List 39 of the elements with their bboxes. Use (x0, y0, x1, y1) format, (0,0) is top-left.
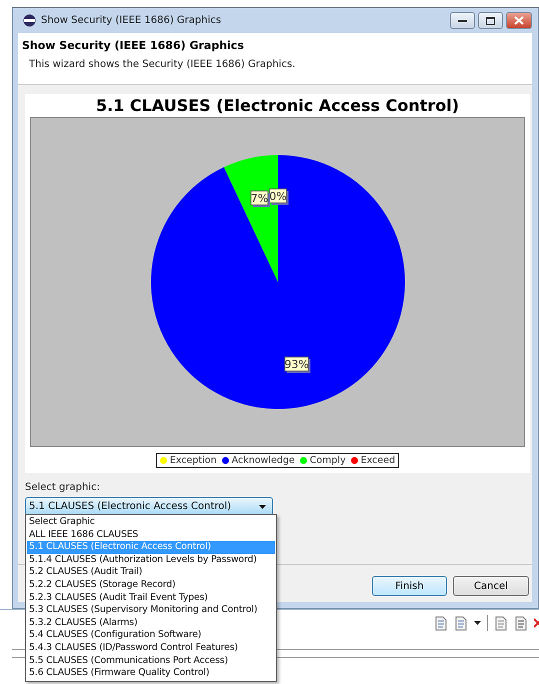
chart-title: 5.1 CLAUSES (Electronic Access Control) (96, 96, 460, 117)
dropdown-option[interactable]: 5.4.3 CLAUSES (ID/Password Control Features) (27, 642, 275, 655)
page-description: This wizard shows the Security (IEEE 1686) Graphics. (29, 59, 296, 70)
document-icon[interactable] (494, 616, 508, 630)
dialog-button[interactable]: Finish (372, 576, 447, 596)
dialog-button[interactable]: Cancel (453, 576, 529, 596)
maximize-button[interactable] (478, 12, 503, 29)
dropdown-option[interactable]: 5.3.2 CLAUSES (Alarms) (27, 616, 275, 630)
close-button[interactable] (506, 12, 532, 29)
dropdown-option[interactable]: 5.2.2 CLAUSES (Storage Record) (27, 578, 275, 592)
dropdown-option[interactable]: 5.3 CLAUSES (Supervisory Monitoring and Control) (27, 604, 275, 617)
minimize-button[interactable] (450, 12, 475, 29)
dropdown-option[interactable]: ALL IEEE 1686 CLAUSES (27, 528, 275, 542)
app-icon (23, 14, 36, 27)
close-icon[interactable] (534, 618, 539, 628)
dropdown-option[interactable]: Select Graphic (27, 516, 275, 529)
dropdown-option[interactable]: 5.4 CLAUSES (Configuration Software) (27, 629, 275, 642)
value-label: 7% (250, 190, 270, 207)
dropdown-option[interactable]: 5.2 CLAUSES (Audit Trail) (27, 566, 275, 579)
value-label: 0% (269, 188, 288, 205)
caret-icon[interactable] (474, 621, 481, 625)
maximize-icon (486, 16, 495, 24)
legend-label: Exception (170, 455, 217, 466)
window-title: Show Security (IEEE 1686) Graphics (41, 15, 222, 26)
document-icon[interactable] (454, 616, 468, 630)
select-label: Select graphic: (25, 482, 101, 493)
legend-label: Acknowledge (232, 455, 295, 466)
legend-label: Exceed (360, 455, 396, 466)
minimize-icon (458, 18, 467, 22)
legend-label: Comply (310, 455, 346, 466)
caret-icon (259, 504, 266, 508)
document-icon[interactable] (434, 616, 448, 630)
dropdown-option[interactable]: 5.1.4 CLAUSES (Authorization Levels by Password) (27, 554, 275, 566)
dropdown-option[interactable]: 5.2.3 CLAUSES (Audit Trail Event Types) (27, 592, 275, 604)
dropdown-option[interactable]: 5.6 CLAUSES (Firmware Quality Control) (27, 667, 275, 680)
dropdown-option[interactable]: 5.5 CLAUSES (Communications Port Access) (27, 654, 275, 668)
page-title: Show Security (IEEE 1686) Graphics (22, 39, 245, 52)
close-icon (514, 16, 524, 25)
document-icon[interactable] (514, 616, 528, 630)
